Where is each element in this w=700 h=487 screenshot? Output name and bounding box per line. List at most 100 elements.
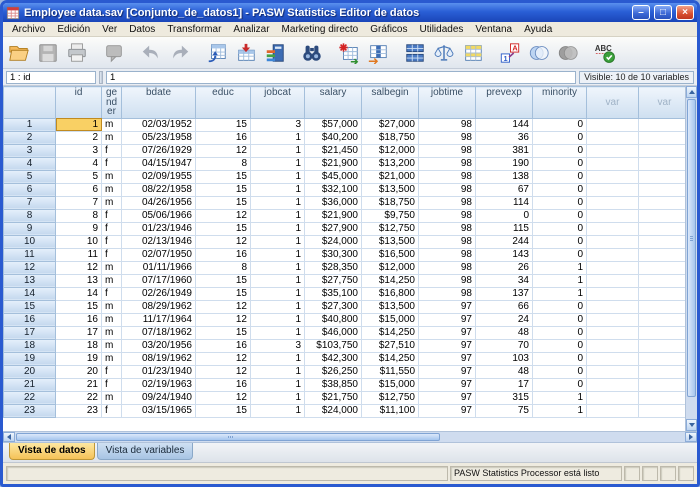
grid-cell[interactable]: 11 — [56, 248, 102, 261]
grid-cell[interactable] — [639, 235, 686, 248]
grid-cell[interactable]: 1 — [251, 365, 305, 378]
menu-item-graficos[interactable]: Gráficos — [364, 24, 413, 35]
grid-cell[interactable]: $40,800 — [305, 313, 362, 326]
grid-cell[interactable]: 315 — [476, 391, 533, 404]
grid-cell[interactable]: 11/17/1964 — [122, 313, 196, 326]
grid-cell[interactable]: 20 — [56, 365, 102, 378]
grid-cell[interactable]: 1 — [251, 300, 305, 313]
grid-cell[interactable] — [639, 274, 686, 287]
grid-cell[interactable]: $13,500 — [362, 300, 419, 313]
grid-cell[interactable]: 0 — [533, 157, 587, 170]
grid-cell[interactable]: 04/15/1947 — [122, 157, 196, 170]
find-icon[interactable] — [299, 40, 324, 66]
insert-variable-icon[interactable] — [365, 40, 390, 66]
grid-cell[interactable]: 02/09/1955 — [122, 170, 196, 183]
grid-cell[interactable] — [587, 144, 639, 157]
grid-cell[interactable]: 97 — [419, 326, 476, 339]
grid-cell[interactable]: $40,200 — [305, 131, 362, 144]
grid-cell[interactable]: 0 — [533, 209, 587, 222]
grid-cell[interactable]: 1 — [251, 144, 305, 157]
scroll-left-arrow-icon[interactable] — [3, 432, 15, 442]
grid-cell[interactable]: 8 — [196, 261, 251, 274]
use-variable-sets-icon[interactable] — [526, 40, 551, 66]
grid-cell[interactable]: 12 — [196, 313, 251, 326]
column-header-educ[interactable]: educ — [196, 87, 251, 119]
grid-cell[interactable]: 48 — [476, 326, 533, 339]
grid-cell[interactable]: 15 — [196, 183, 251, 196]
grid-cell[interactable]: m — [102, 391, 122, 404]
grid-cell[interactable]: 97 — [419, 339, 476, 352]
grid-cell[interactable]: 1 — [251, 183, 305, 196]
grid-cell[interactable]: 0 — [533, 365, 587, 378]
grid-cell[interactable]: 13 — [56, 274, 102, 287]
grid-cell[interactable] — [639, 352, 686, 365]
grid-cell[interactable] — [587, 248, 639, 261]
grid-cell[interactable]: 34 — [476, 274, 533, 287]
grid-cell[interactable]: 6 — [56, 183, 102, 196]
grid-cell[interactable]: 98 — [419, 157, 476, 170]
column-header-jobcat[interactable]: jobcat — [251, 87, 305, 119]
grid-cell[interactable]: m — [102, 118, 122, 131]
grid-cell[interactable]: 98 — [419, 209, 476, 222]
grid-cell[interactable]: 12 — [196, 209, 251, 222]
grid-cell[interactable]: 190 — [476, 157, 533, 170]
grid-cell[interactable]: f — [102, 222, 122, 235]
grid-cell[interactable] — [587, 326, 639, 339]
grid-cell[interactable]: 15 — [196, 170, 251, 183]
grid-cell[interactable]: 1 — [251, 287, 305, 300]
column-header-id[interactable]: id — [56, 87, 102, 119]
grid-cell[interactable]: 7 — [56, 196, 102, 209]
grid-cell[interactable]: 12 — [196, 365, 251, 378]
value-labels-icon[interactable]: A1 — [497, 40, 522, 66]
grid-cell[interactable]: 0 — [533, 300, 587, 313]
grid-cell[interactable]: 3 — [56, 144, 102, 157]
grid-cell[interactable]: $13,200 — [362, 157, 419, 170]
grid-cell[interactable]: 1 — [251, 222, 305, 235]
grid-cell[interactable]: 16 — [196, 378, 251, 391]
grid-cell[interactable]: 1 — [533, 391, 587, 404]
grid-cell[interactable]: 1 — [533, 261, 587, 274]
corner-cell[interactable] — [4, 87, 56, 119]
grid-cell[interactable]: 14 — [56, 287, 102, 300]
grid-cell[interactable]: 114 — [476, 196, 533, 209]
grid-cell[interactable]: 15 — [56, 300, 102, 313]
grid-cell[interactable]: 15 — [196, 287, 251, 300]
grid-cell[interactable]: 97 — [419, 313, 476, 326]
grid-cell[interactable]: $21,450 — [305, 144, 362, 157]
grid-cell[interactable] — [587, 352, 639, 365]
column-header-minority[interactable]: minority — [533, 87, 587, 119]
grid-cell[interactable]: 16 — [56, 313, 102, 326]
grid-cell[interactable]: 02/07/1950 — [122, 248, 196, 261]
grid-cell[interactable]: 22 — [56, 391, 102, 404]
grid-cell[interactable] — [639, 326, 686, 339]
grid-cell[interactable]: 16 — [196, 339, 251, 352]
grid-cell[interactable]: 3 — [251, 339, 305, 352]
grid-cell[interactable]: 10 — [56, 235, 102, 248]
grid-cell[interactable]: m — [102, 339, 122, 352]
vertical-scroll-thumb[interactable] — [687, 99, 696, 397]
grid-cell[interactable]: 15 — [196, 196, 251, 209]
grid-cell[interactable] — [587, 365, 639, 378]
grid-cell[interactable]: 1 — [251, 352, 305, 365]
grid-cell[interactable]: 1 — [251, 170, 305, 183]
grid-cell[interactable] — [587, 235, 639, 248]
grid-cell[interactable]: m — [102, 261, 122, 274]
grid-cell[interactable]: 103 — [476, 352, 533, 365]
grid-cell[interactable]: 26 — [476, 261, 533, 274]
variables-icon[interactable] — [262, 40, 287, 66]
grid-cell[interactable]: 0 — [533, 131, 587, 144]
grid-cell[interactable]: $14,250 — [362, 352, 419, 365]
grid-cell[interactable]: 0 — [533, 118, 587, 131]
grid-cell[interactable]: m — [102, 131, 122, 144]
grid-cell[interactable]: 1 — [251, 235, 305, 248]
row-header-11[interactable]: 11 — [4, 248, 56, 261]
grid-cell[interactable]: $103,750 — [305, 339, 362, 352]
menu-item-ayuda[interactable]: Ayuda — [518, 24, 558, 35]
grid-cell[interactable]: 2 — [56, 131, 102, 144]
grid-cell[interactable]: 08/29/1962 — [122, 300, 196, 313]
grid-cell[interactable] — [639, 222, 686, 235]
grid-cell[interactable]: 08/19/1962 — [122, 352, 196, 365]
grid-cell-selected[interactable]: 1 — [56, 118, 102, 131]
grid-cell[interactable] — [587, 196, 639, 209]
grid-cell[interactable]: 98 — [419, 235, 476, 248]
